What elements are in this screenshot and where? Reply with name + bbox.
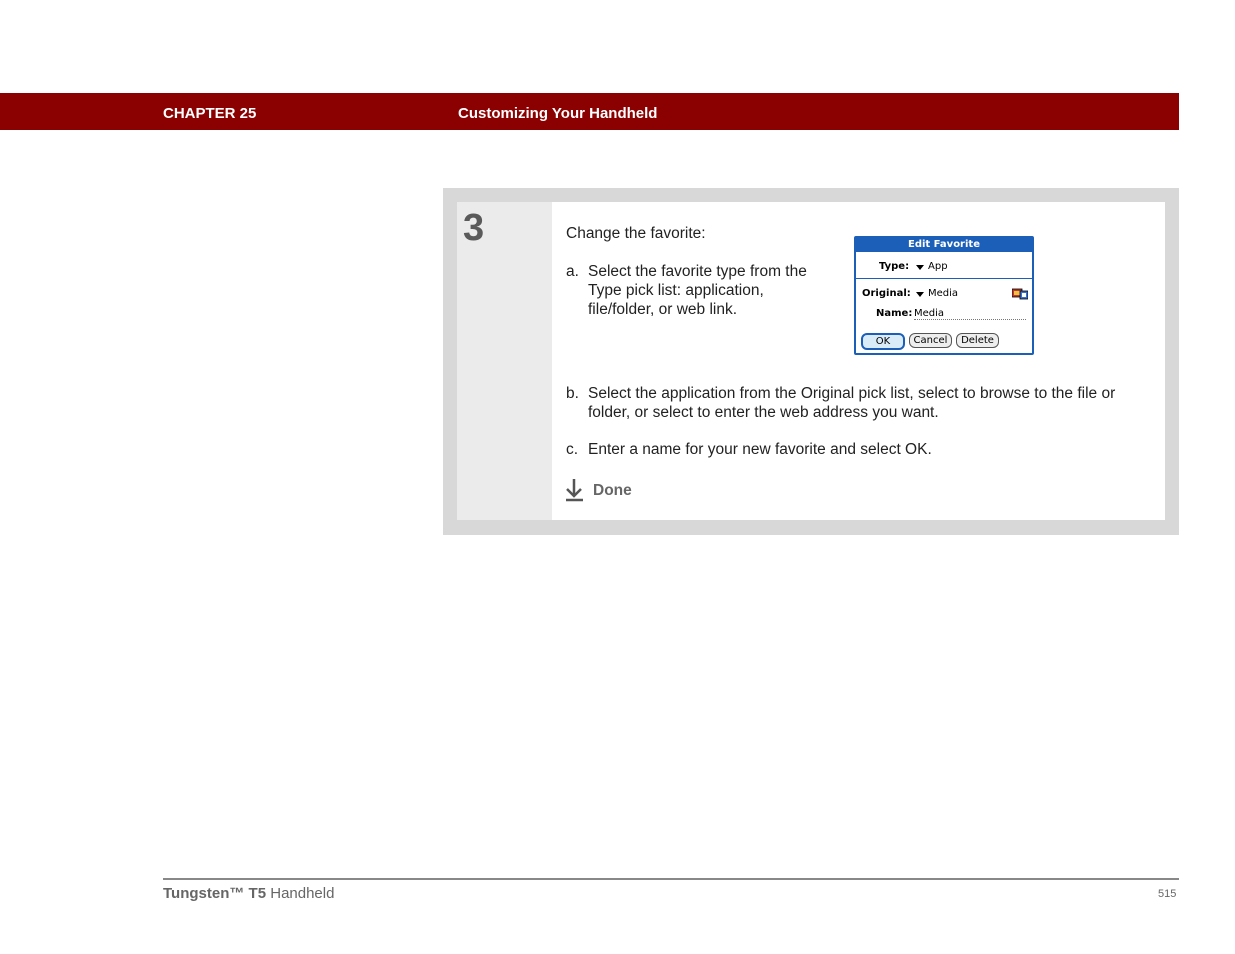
chapter-number: CHAPTER 25 <box>163 105 257 122</box>
footer-product-brand: Tungsten™ T5 <box>163 885 267 902</box>
done-arrow-icon <box>566 479 583 502</box>
chapter-title: Customizing Your Handheld <box>458 105 658 122</box>
delete-button[interactable]: Delete <box>956 333 999 348</box>
item-c-text: Enter a name for your new favorite and s… <box>588 441 932 458</box>
original-dropdown-icon[interactable] <box>916 292 924 297</box>
item-a-text: Select the favorite type from the Type p… <box>588 263 807 318</box>
done-label: Done <box>593 482 632 499</box>
original-label: Original: <box>862 288 911 299</box>
footer-rule <box>163 878 1179 880</box>
media-icon <box>1012 288 1028 300</box>
footer-product: Tungsten™ T5 Handheld <box>163 885 334 902</box>
type-dropdown-icon[interactable] <box>916 265 924 270</box>
dialog-separator <box>856 278 1032 279</box>
cancel-button[interactable]: Cancel <box>909 333 952 348</box>
step-number: 3 <box>463 207 485 249</box>
step-intro: Change the favorite: <box>566 225 706 242</box>
page-number: 515 <box>1158 888 1177 900</box>
original-value[interactable]: Media <box>928 288 958 299</box>
ok-button[interactable]: OK <box>861 333 905 350</box>
edit-favorite-dialog: Edit Favorite Type: App Original: Media … <box>854 236 1034 355</box>
name-field-underline <box>914 319 1026 320</box>
item-b-letter: b. <box>566 385 579 402</box>
footer-product-suffix: Handheld <box>270 885 335 902</box>
dialog-title: Edit Favorite <box>856 238 1032 252</box>
name-label: Name: <box>876 308 913 319</box>
name-field[interactable]: Media <box>914 308 944 319</box>
item-a-letter: a. <box>566 263 579 280</box>
item-b-text: Select the application from the Original… <box>588 385 1116 421</box>
item-c-letter: c. <box>566 441 579 458</box>
type-label: Type: <box>879 261 910 272</box>
type-value[interactable]: App <box>928 261 948 272</box>
